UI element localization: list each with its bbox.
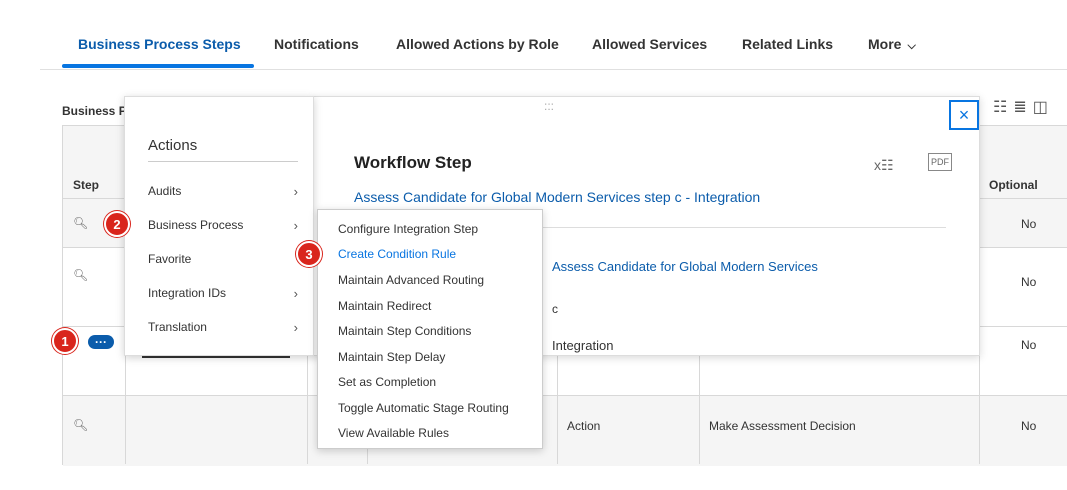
step-badge-1: 1 [52, 328, 78, 354]
submenu-item-view-available-rules[interactable]: View Available Rules [338, 426, 449, 440]
export-icon[interactable]: ☷ [993, 99, 1013, 116]
business-process-submenu: Configure Integration Step Create Condit… [317, 209, 543, 449]
active-tab-indicator [62, 64, 254, 68]
action-item-favorite[interactable]: Favorite [148, 252, 308, 266]
tab-allowed-services[interactable]: Allowed Services [592, 36, 707, 52]
columns-icon[interactable]: ◫ [1033, 99, 1054, 116]
action-item-business-process[interactable]: Business Process › [148, 218, 308, 233]
tab-more-label: More [868, 36, 902, 52]
submenu-item-maintain-step-conditions[interactable]: Maintain Step Conditions [338, 324, 471, 338]
submenu-item-toggle-automatic-stage-routing[interactable]: Toggle Automatic Stage Routing [338, 401, 509, 415]
step-type-value: Integration [552, 338, 614, 353]
tab-related-links[interactable]: Related Links [742, 36, 833, 52]
related-actions-button[interactable]: ··· [88, 335, 114, 349]
table-toolbar: ☷≣◫ [993, 97, 1054, 117]
optional-cell: No [1021, 338, 1037, 352]
tab-bar: Business Process Steps Notifications All… [40, 0, 1067, 70]
search-icon[interactable]: 🔍︎ [73, 216, 88, 230]
table-title: Business Process Steps [62, 104, 124, 118]
popup-title: Workflow Step [354, 153, 472, 172]
search-icon[interactable]: 🔍︎ [73, 268, 88, 282]
business-process-link[interactable]: Assess Candidate for Global Modern Servi… [552, 259, 818, 274]
submenu-item-maintain-step-delay[interactable]: Maintain Step Delay [338, 350, 445, 364]
type-cell: Action [567, 419, 601, 433]
search-icon[interactable]: 🔍︎ [73, 418, 88, 432]
chevron-right-icon: › [293, 286, 298, 301]
excel-icon[interactable]: x☷ [874, 157, 894, 174]
name-cell: Make Assessment Decision [709, 419, 856, 433]
filter-icon[interactable]: ≣ [1013, 99, 1032, 116]
action-item-audits[interactable]: Audits › [148, 184, 308, 199]
action-item-label: Business Process [148, 218, 244, 232]
action-item-label: Translation [148, 320, 207, 334]
actions-title: Actions [148, 137, 198, 154]
chevron-right-icon: › [293, 184, 298, 199]
column-header-optional: Optional [989, 178, 1038, 192]
submenu-item-set-as-completion[interactable]: Set as Completion [338, 375, 436, 389]
tab-notifications[interactable]: Notifications [274, 36, 359, 52]
step-badge-2: 2 [104, 211, 130, 237]
divider [148, 161, 298, 162]
step-value: c [552, 302, 558, 316]
tab-allowed-actions-by-role[interactable]: Allowed Actions by Role [396, 36, 559, 52]
optional-cell: No [1021, 275, 1037, 289]
action-item-label: Favorite [148, 252, 192, 266]
submenu-item-maintain-redirect[interactable]: Maintain Redirect [338, 299, 431, 313]
drag-handle-icon[interactable]: ::: [544, 99, 554, 113]
tab-business-process-steps[interactable]: Business Process Steps [78, 36, 241, 52]
action-item-label: Integration IDs [148, 286, 227, 300]
action-item-translation[interactable]: Translation › [148, 320, 308, 335]
column-header-step: Step [73, 178, 100, 192]
tab-more[interactable]: More ⌵ [868, 36, 916, 53]
submenu-item-configure-integration-step[interactable]: Configure Integration Step [338, 222, 478, 236]
action-item-label: Audits [148, 184, 182, 198]
submenu-item-maintain-advanced-routing[interactable]: Maintain Advanced Routing [338, 273, 484, 287]
popup-subtitle-link[interactable]: Assess Candidate for Global Modern Servi… [354, 189, 760, 205]
chevron-right-icon: › [293, 320, 298, 335]
step-badge-3: 3 [296, 241, 322, 267]
actions-menu: Actions Audits › Business Process › Favori… [124, 96, 314, 356]
optional-cell: No [1021, 217, 1037, 231]
chevron-down-icon: ⌵ [907, 40, 916, 52]
pdf-icon[interactable]: PDF [928, 153, 952, 171]
optional-cell: No [1021, 419, 1037, 433]
submenu-item-create-condition-rule[interactable]: Create Condition Rule [338, 247, 456, 261]
close-button[interactable]: × [949, 100, 979, 130]
table-row: 🔍︎ Action Make Assessment Decision No [63, 396, 1067, 466]
chevron-right-icon: › [293, 218, 298, 233]
action-item-integration-ids[interactable]: Integration IDs › [148, 286, 308, 301]
